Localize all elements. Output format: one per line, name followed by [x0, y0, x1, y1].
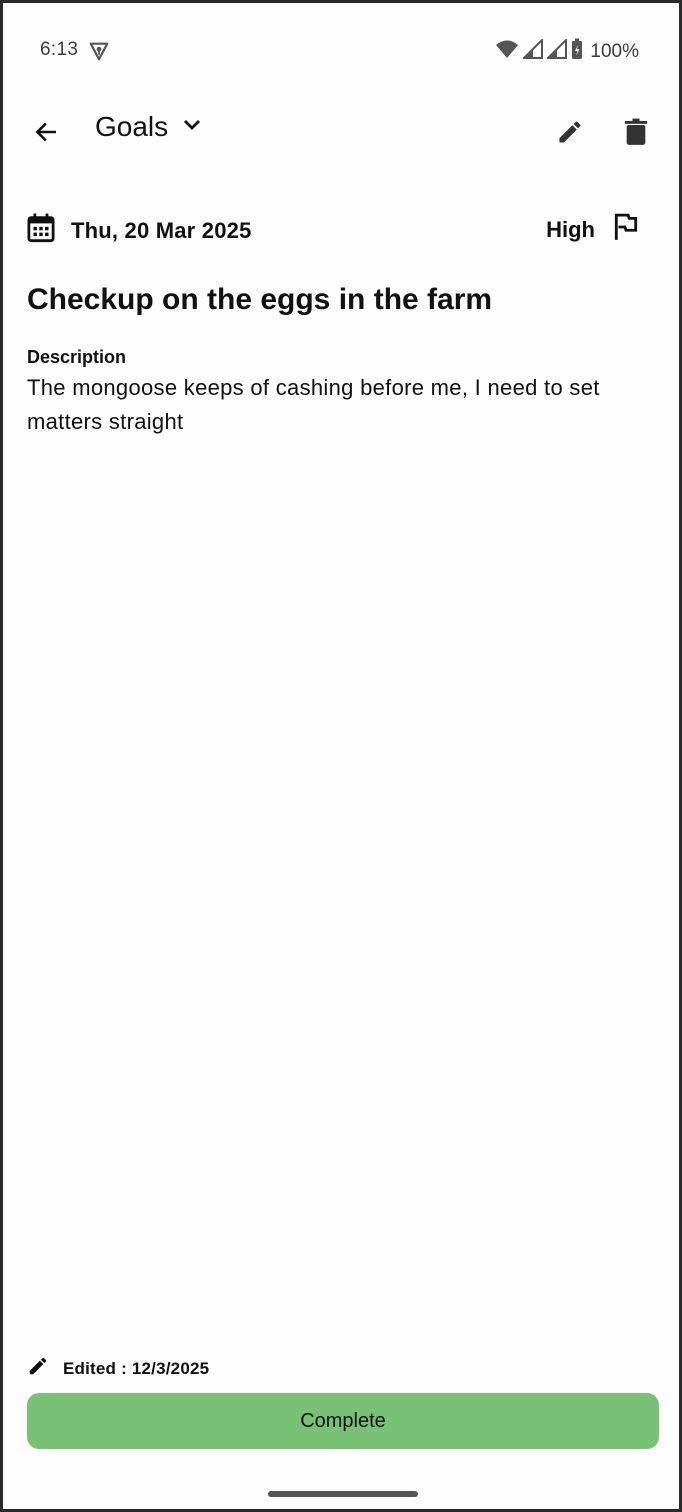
signal-icon	[521, 37, 544, 64]
vpn-key-icon	[88, 40, 110, 62]
priority: High	[546, 213, 639, 246]
pencil-icon	[27, 1355, 49, 1382]
battery-percent: 100%	[590, 40, 639, 62]
due-date: Thu, 20 Mar 2025	[27, 213, 252, 248]
due-date-text: Thu, 20 Mar 2025	[71, 217, 252, 243]
edited-info: Edited : 12/3/2025	[27, 1355, 209, 1382]
task-title: Checkup on the eggs in the farm	[27, 283, 493, 316]
wifi-icon	[495, 38, 519, 65]
edit-button[interactable]	[549, 113, 591, 155]
category-label: Goals	[95, 111, 169, 142]
complete-button-label: Complete	[300, 1409, 386, 1432]
flag-icon	[613, 213, 639, 246]
edited-date: Edited : 12/3/2025	[63, 1358, 210, 1378]
status-bar: 6:13 100%	[3, 3, 679, 99]
calendar-icon	[27, 213, 55, 248]
priority-text: High	[546, 216, 595, 242]
status-time: 6:13	[40, 39, 79, 60]
back-arrow-icon	[33, 119, 59, 150]
complete-button[interactable]: Complete	[27, 1393, 659, 1449]
back-button[interactable]	[25, 113, 67, 155]
signal-icon	[545, 37, 568, 64]
status-icons: 100%	[495, 37, 639, 65]
task-meta-row: Thu, 20 Mar 2025 High	[27, 213, 639, 253]
chevron-down-icon	[182, 118, 202, 137]
trash-icon	[624, 118, 648, 151]
category-dropdown[interactable]: Goals	[95, 111, 202, 143]
description-text: The mongoose keeps of cashing before me,…	[27, 375, 600, 434]
delete-button[interactable]	[615, 113, 657, 155]
battery-icon	[571, 38, 583, 65]
app-bar: Goals	[3, 103, 679, 169]
pencil-icon	[556, 118, 584, 151]
description-label: Description	[27, 347, 127, 367]
gesture-nav-handle[interactable]	[268, 1491, 418, 1497]
screen: 6:13 100% Goals Thu, 20 Mar 2025 High Ch…	[0, 0, 682, 1512]
